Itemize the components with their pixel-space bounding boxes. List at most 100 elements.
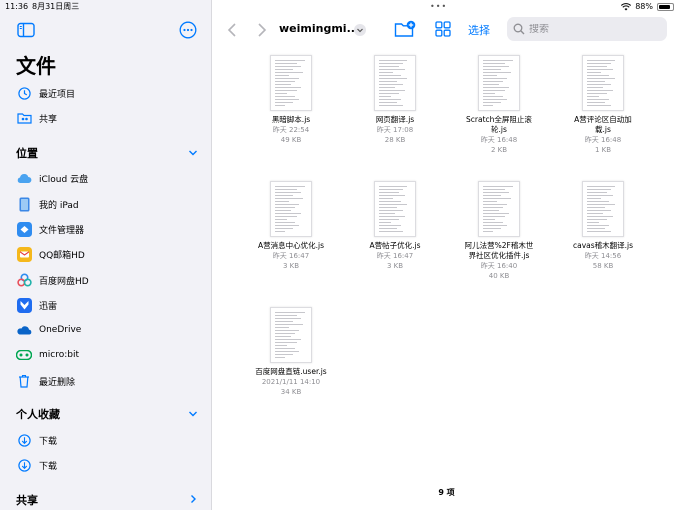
file-name[interactable]: A营评论区自动加 载.js: [551, 115, 655, 135]
file-thumbnail[interactable]: [270, 307, 312, 363]
baidu-netdisk-icon: [16, 272, 32, 288]
sidebar-item-icloud[interactable]: iCloud 云盘: [0, 167, 212, 189]
file-thumbnail[interactable]: [582, 181, 624, 237]
sidebar-item-shared[interactable]: 共享: [0, 107, 212, 129]
sidebar-item-downloads[interactable]: 下载: [0, 429, 212, 451]
file-name[interactable]: 网页翻译.js: [343, 115, 447, 125]
sidebar-item-microbit[interactable]: micro:bit: [0, 344, 212, 366]
sidebar-item-xunlei[interactable]: 迅雷: [0, 294, 212, 316]
ipad-icon: [16, 196, 32, 212]
select-button[interactable]: 选择: [468, 22, 490, 38]
file-size: 2 KB: [490, 146, 508, 154]
file-thumbnail[interactable]: [374, 55, 416, 111]
grid-view-icon[interactable]: [435, 21, 451, 37]
sidebar-item-qq-mail[interactable]: QQ邮箱HD: [0, 243, 212, 265]
new-folder-icon[interactable]: [394, 20, 416, 38]
file-name-line: 界社区优化插件.js: [468, 251, 530, 260]
file-name[interactable]: A营帖子优化.js: [343, 241, 447, 251]
sidebar-item-label: 最近项目: [39, 89, 76, 100]
sidebar-item-label: 下载: [39, 461, 58, 472]
file-name[interactable]: 百度网盘直链.user.js: [239, 367, 343, 377]
sidebar-item-file-manager[interactable]: 文件管理器: [0, 218, 212, 240]
sidebar-item-recents[interactable]: 最近项目: [0, 82, 212, 104]
sidebar-item-downloads[interactable]: 下载: [0, 454, 212, 476]
search-icon: [513, 23, 525, 35]
file-date: 昨天 17:08: [376, 126, 414, 134]
locations-header[interactable]: 位置: [16, 145, 38, 161]
file-name[interactable]: cavas稽木翻译.js: [551, 241, 655, 251]
file-manager-icon: [16, 221, 32, 237]
search-input[interactable]: [529, 23, 659, 35]
item-count: 9 项: [438, 488, 455, 497]
trash-icon: [16, 373, 32, 389]
file-name-line: 网页翻译.js: [375, 115, 415, 124]
multitasking-dots[interactable]: •••: [430, 0, 447, 14]
file-date: 昨天 16:47: [376, 252, 414, 260]
onedrive-icon: [16, 322, 32, 338]
file-name-line: cavas稽木翻译.js: [572, 241, 634, 250]
file-thumbnail[interactable]: [374, 181, 416, 237]
sidebar-item-onedrive[interactable]: OneDrive: [0, 319, 212, 341]
file-item[interactable]: 百度网盘直链.user.js 2021/1/11 14:10 34 KB: [239, 307, 343, 398]
file-thumbnail[interactable]: [270, 181, 312, 237]
file-thumbnail[interactable]: [270, 55, 312, 111]
more-options-icon[interactable]: [179, 21, 197, 39]
file-name-line: 百度网盘直链.user.js: [255, 367, 327, 376]
file-date: 昨天 16:40: [480, 262, 518, 270]
file-item[interactable]: Scratch全屏阻止滚 轮.js 昨天 16:48 2 KB: [447, 55, 551, 156]
file-name[interactable]: Scratch全屏阻止滚 轮.js: [447, 115, 551, 135]
file-name-line: A营帖子优化.js: [369, 241, 421, 250]
sidebar-item-label: 下载: [39, 436, 58, 447]
file-date: 2021/1/11 14:10: [261, 378, 321, 386]
sidebar-item-baidu-netdisk[interactable]: 百度网盘HD: [0, 269, 212, 291]
status-time: 11:36: [5, 2, 29, 11]
sidebar-item-label: 我的 iPad: [39, 200, 79, 211]
sidebar-item-label: micro:bit: [39, 350, 79, 360]
file-size: 1 KB: [594, 146, 612, 154]
file-name-line: 载.js: [595, 125, 611, 134]
file-name[interactable]: A营消息中心优化.js: [239, 241, 343, 251]
file-thumbnail[interactable]: [478, 181, 520, 237]
file-name-line: A营评论区自动加: [574, 115, 632, 124]
icloud-icon: [16, 170, 32, 186]
file-item[interactable]: A营评论区自动加 载.js 昨天 16:48 1 KB: [551, 55, 655, 156]
search-bar[interactable]: [507, 17, 667, 41]
file-thumbnail[interactable]: [478, 55, 520, 111]
download-icon: [16, 432, 32, 448]
file-thumbnail[interactable]: [582, 55, 624, 111]
sidebar-item-label: 最近删除: [39, 377, 76, 388]
status-right: 88%: [621, 0, 674, 14]
download-icon: [16, 457, 32, 473]
file-size: 49 KB: [280, 136, 302, 144]
file-item[interactable]: 网页翻译.js 昨天 17:08 28 KB: [343, 55, 447, 146]
favorites-header[interactable]: 个人收藏: [16, 406, 60, 422]
file-item[interactable]: cavas稽木翻译.js 昨天 14:56 58 KB: [551, 181, 655, 272]
sidebar-item-label: QQ邮箱HD: [39, 250, 85, 261]
file-item[interactable]: A营帖子优化.js 昨天 16:47 3 KB: [343, 181, 447, 272]
file-size: 34 KB: [280, 388, 302, 396]
chevron-right-icon[interactable]: [187, 493, 199, 505]
file-name[interactable]: 黑暗脚本.js: [239, 115, 343, 125]
forward-icon[interactable]: [257, 22, 267, 38]
folder-menu-chevron-icon[interactable]: [354, 24, 366, 36]
chevron-down-icon[interactable]: [187, 147, 199, 159]
battery-icon: [657, 3, 674, 11]
file-name-line: 阿儿法营%2F稽木世: [464, 241, 534, 250]
file-item[interactable]: 黑暗脚本.js 昨天 22:54 49 KB: [239, 55, 343, 146]
sidebar-item-my-ipad[interactable]: 我的 iPad: [0, 193, 212, 215]
file-item[interactable]: A营消息中心优化.js 昨天 16:47 3 KB: [239, 181, 343, 272]
chevron-down-icon[interactable]: [187, 408, 199, 420]
folder-title[interactable]: weimingmi...: [279, 22, 359, 35]
shared-header[interactable]: 共享: [16, 492, 38, 508]
sidebar-toggle-icon[interactable]: [17, 22, 35, 38]
sidebar-item-recently-deleted[interactable]: 最近删除: [0, 370, 212, 392]
sidebar-item-label: iCloud 云盘: [39, 174, 89, 185]
file-item[interactable]: 阿儿法营%2F稽木世 界社区优化插件.js 昨天 16:40 40 KB: [447, 181, 551, 282]
file-date: 昨天 14:56: [584, 252, 622, 260]
file-name-line: 黑暗脚本.js: [271, 115, 311, 124]
file-size: 40 KB: [488, 272, 510, 280]
qq-mail-icon: [16, 246, 32, 262]
file-name[interactable]: 阿儿法营%2F稽木世 界社区优化插件.js: [447, 241, 551, 261]
sidebar: 文件 最近项目 共享 位置 iCloud 云盘 我的 iPad 文件管理器 QQ…: [0, 0, 212, 510]
back-icon[interactable]: [227, 22, 237, 38]
